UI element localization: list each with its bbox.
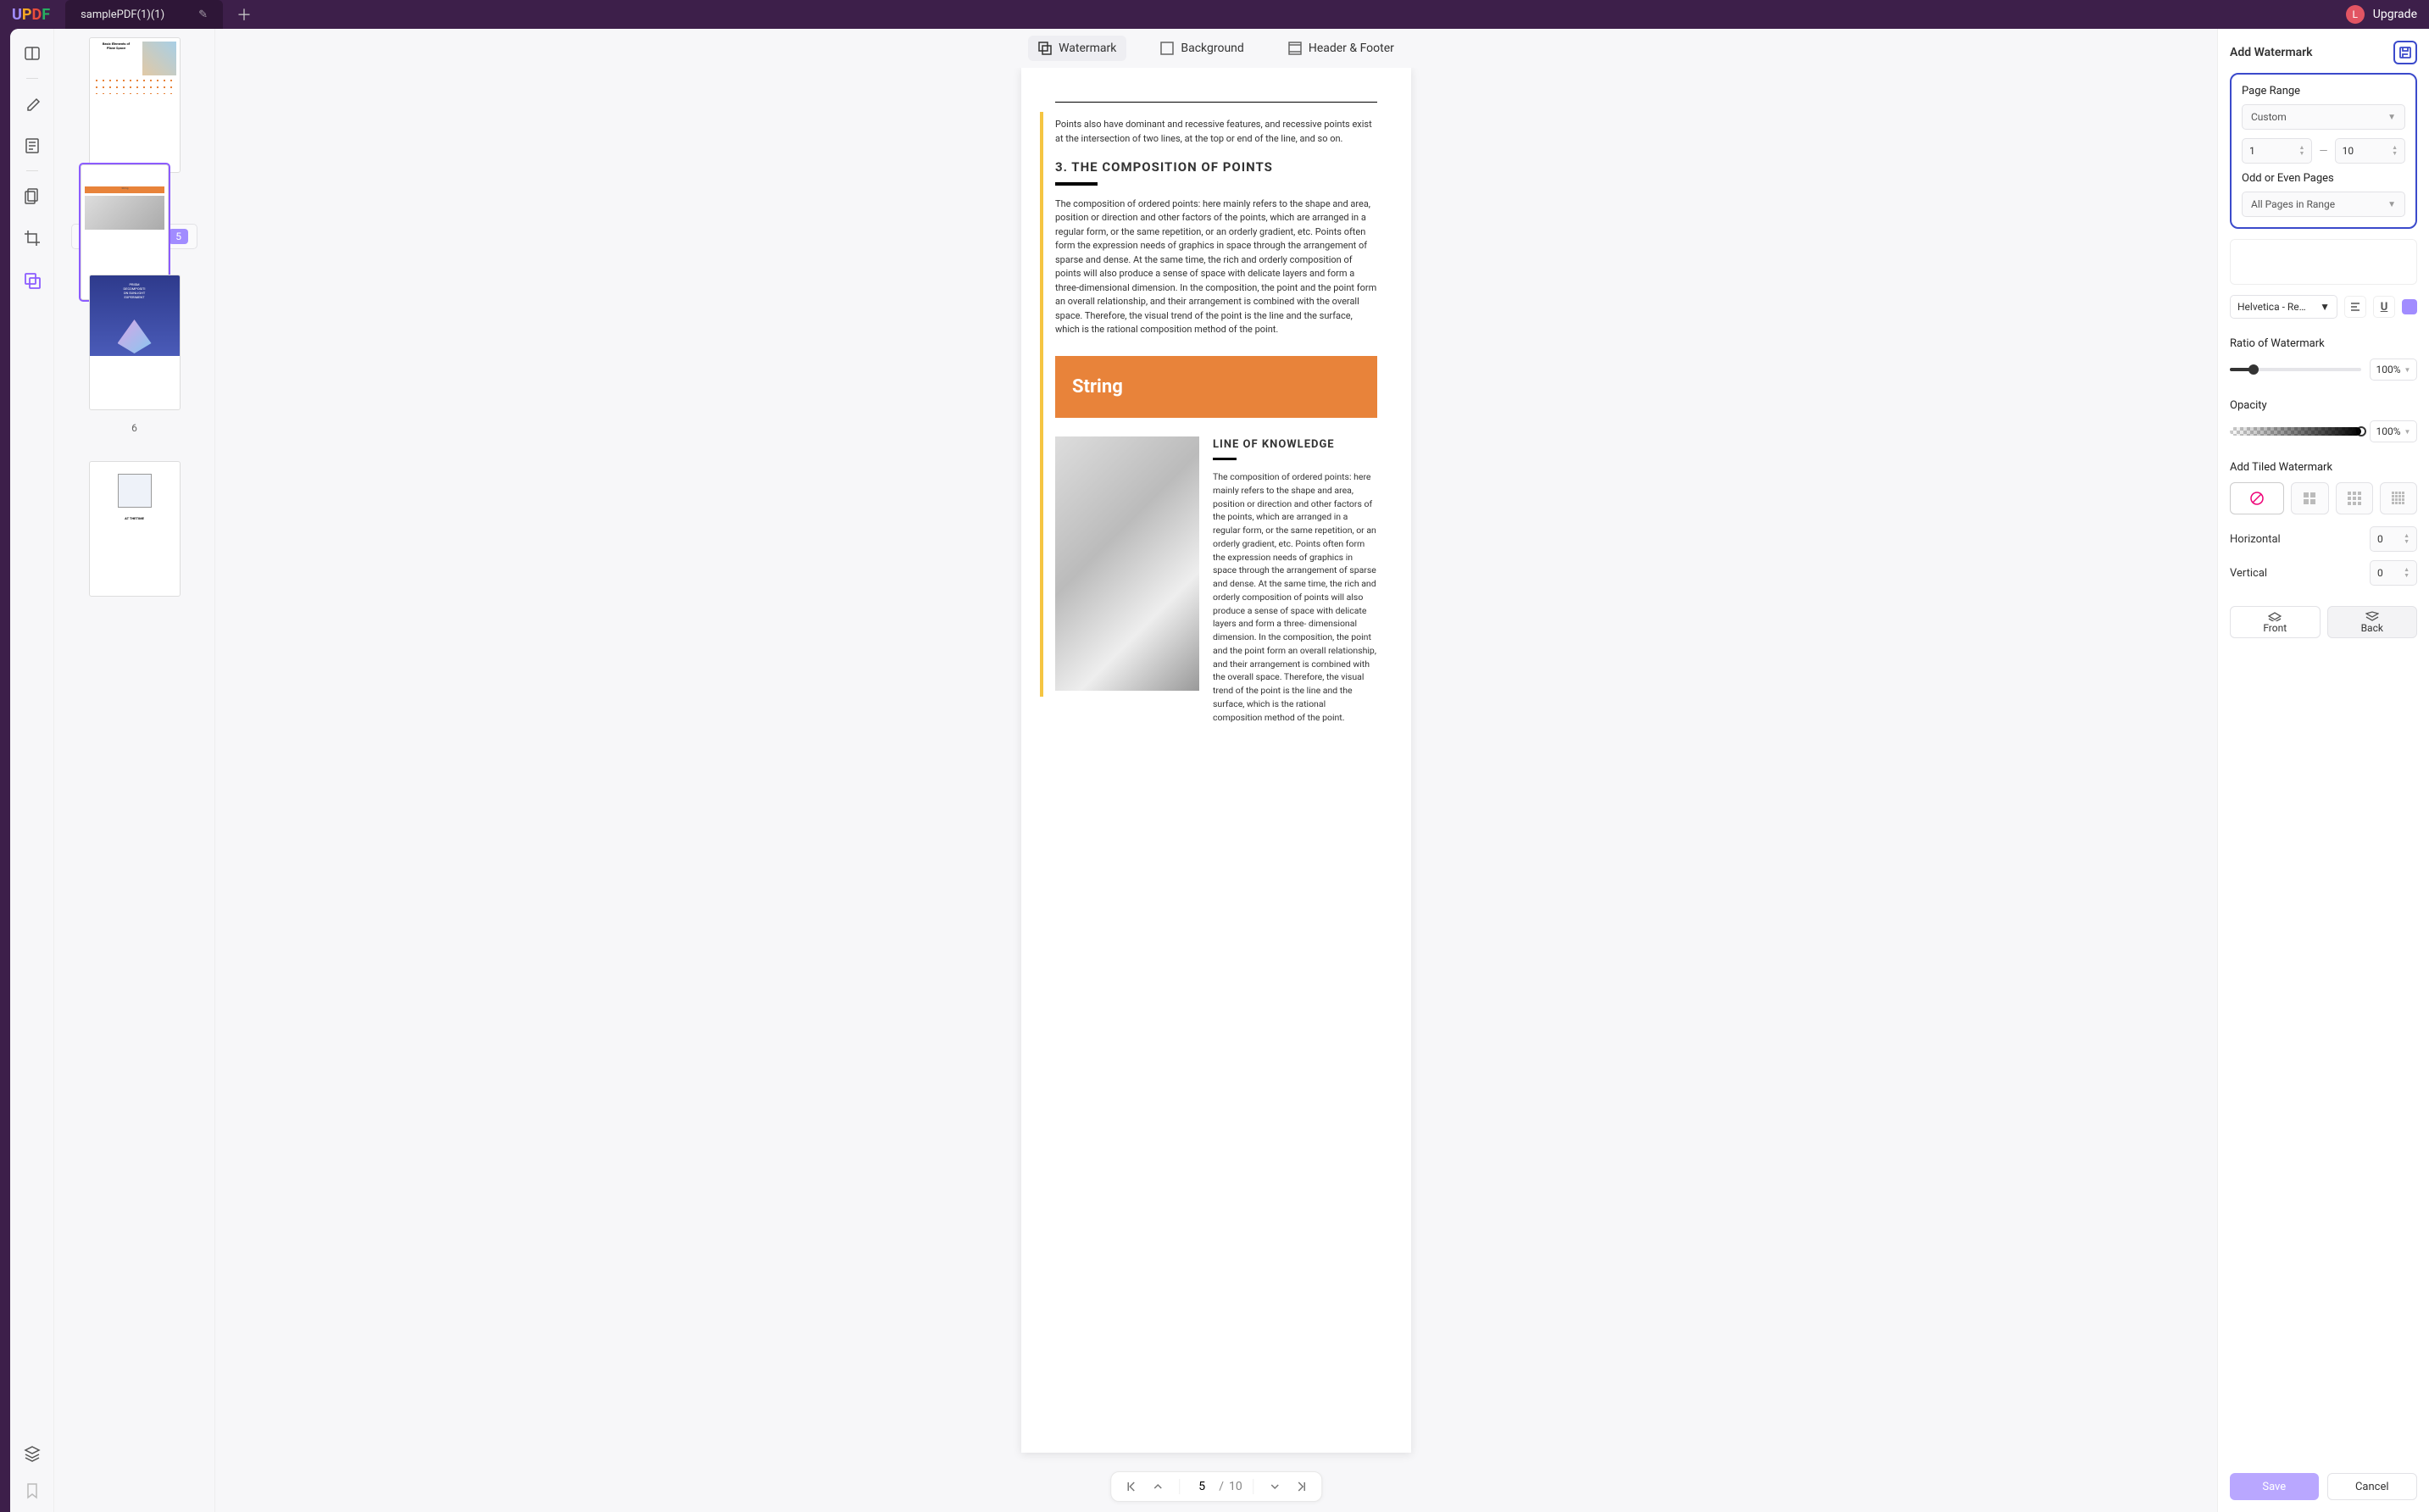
- body-text: The composition of ordered points: here …: [1055, 197, 1377, 337]
- thumb-number: 6: [125, 420, 144, 436]
- chevron-down-icon: ▼: [2404, 428, 2411, 436]
- odd-even-label: Odd or Even Pages: [2242, 172, 2405, 185]
- avatar[interactable]: L: [2346, 5, 2365, 24]
- background-icon: [1160, 42, 1174, 55]
- watermark-preview: [2230, 239, 2417, 285]
- thumbnail[interactable]: AT THETIME: [71, 461, 197, 597]
- ratio-slider[interactable]: [2230, 368, 2361, 371]
- thumbnail-panel[interactable]: Basic Elements ofPlane Space 4 String 5 …: [54, 29, 215, 1512]
- section-banner: String: [1055, 356, 1377, 418]
- align-button[interactable]: [2344, 296, 2366, 318]
- opacity-label: Opacity: [2230, 399, 2417, 412]
- subheading: LINE OF KNOWLEDGE: [1213, 436, 1377, 453]
- front-icon: [2268, 611, 2282, 621]
- article-image: [1055, 436, 1199, 691]
- chevron-down-icon: ▼: [2404, 366, 2411, 374]
- vertical-label: Vertical: [2230, 567, 2267, 580]
- tab-label: Header & Footer: [1309, 42, 1394, 55]
- first-page-button[interactable]: [1120, 1476, 1142, 1498]
- page-total: 10: [1229, 1480, 1242, 1493]
- back-button[interactable]: Back: [2327, 606, 2418, 638]
- tile-2x2[interactable]: [2291, 482, 2328, 514]
- opacity-value[interactable]: 100%▼: [2370, 420, 2417, 442]
- heading: 3. THE COMPOSITION OF POINTS: [1055, 158, 1377, 177]
- range-mode-select[interactable]: Custom▼: [2242, 104, 2405, 130]
- spinner-icon[interactable]: ▲▼: [2404, 567, 2410, 579]
- page-navigator: / 10: [1110, 1471, 1322, 1502]
- spinner-icon[interactable]: ▲▼: [2298, 145, 2304, 157]
- save-button[interactable]: Save: [2230, 1473, 2319, 1500]
- upgrade-button[interactable]: Upgrade: [2373, 8, 2417, 21]
- add-tab-button[interactable]: ＋: [236, 3, 252, 25]
- tile-4x4[interactable]: [2380, 482, 2417, 514]
- tile-none[interactable]: [2230, 482, 2284, 514]
- range-from-input[interactable]: 1▲▼: [2242, 138, 2312, 164]
- margin-highlight: [1040, 112, 1043, 697]
- layers-icon[interactable]: [23, 1444, 42, 1463]
- vertical-input[interactable]: 0▲▼: [2370, 560, 2417, 586]
- prev-page-button[interactable]: [1147, 1476, 1169, 1498]
- underline-button[interactable]: U: [2373, 296, 2395, 318]
- tab-title: samplePDF(1)(1): [81, 8, 164, 21]
- range-to-input[interactable]: 10▲▼: [2335, 138, 2405, 164]
- back-icon: [2365, 611, 2379, 621]
- odd-even-select[interactable]: All Pages in Range▼: [2242, 192, 2405, 217]
- thumbnail[interactable]: PRISMDECOMPOSITION SUNLIGHTEXPERIMENT 6: [71, 275, 197, 436]
- font-select[interactable]: Helvetica - Re…▼: [2230, 295, 2337, 319]
- left-toolbar: [10, 29, 54, 1512]
- range-dash: —: [2319, 145, 2327, 158]
- page-number-input[interactable]: [1190, 1480, 1214, 1493]
- crop-icon[interactable]: [23, 229, 42, 247]
- reader-mode-icon[interactable]: [23, 44, 42, 63]
- front-button[interactable]: Front: [2230, 606, 2321, 638]
- pages-icon[interactable]: [23, 186, 42, 205]
- color-swatch[interactable]: [2402, 299, 2417, 314]
- spinner-icon[interactable]: ▲▼: [2392, 145, 2398, 157]
- rename-icon[interactable]: ✎: [198, 8, 208, 21]
- ratio-value[interactable]: 100%▼: [2370, 359, 2417, 381]
- next-page-button[interactable]: [1264, 1476, 1286, 1498]
- chevron-down-icon: ▼: [2387, 200, 2396, 209]
- spinner-icon[interactable]: ▲▼: [2404, 533, 2410, 545]
- watermark-tool-icon[interactable]: [23, 271, 42, 290]
- tiled-label: Add Tiled Watermark: [2230, 461, 2417, 474]
- watermark-panel: Add Watermark Page Range Custom▼ 1▲▼ — 1…: [2217, 29, 2429, 1512]
- body-text: Points also have dominant and recessive …: [1055, 118, 1377, 146]
- watermark-icon: [1038, 42, 1052, 55]
- last-page-button[interactable]: [1291, 1476, 1313, 1498]
- tab-label: Background: [1181, 42, 1243, 55]
- body-text: The composition of ordered points: here …: [1213, 470, 1377, 724]
- horizontal-input[interactable]: 0▲▼: [2370, 526, 2417, 552]
- page-range-label: Page Range: [2242, 85, 2405, 97]
- save-preset-icon[interactable]: [2393, 41, 2417, 64]
- horizontal-label: Horizontal: [2230, 533, 2281, 546]
- document-view[interactable]: Points also have dominant and recessive …: [215, 68, 2217, 1512]
- page-range-group: Page Range Custom▼ 1▲▼ — 10▲▼ Odd or Eve…: [2230, 73, 2417, 229]
- highlight-icon[interactable]: [23, 94, 42, 113]
- bookmark-icon[interactable]: [23, 1481, 42, 1500]
- tile-3x3[interactable]: [2336, 482, 2373, 514]
- tab-background[interactable]: Background: [1150, 36, 1253, 61]
- cancel-button[interactable]: Cancel: [2327, 1473, 2418, 1500]
- app-logo: UPDF: [12, 6, 50, 24]
- page: Points also have dominant and recessive …: [1021, 68, 1411, 1453]
- chevron-down-icon: ▼: [2387, 113, 2396, 122]
- opacity-slider[interactable]: [2230, 427, 2361, 436]
- tab-watermark[interactable]: Watermark: [1028, 36, 1126, 61]
- document-tab[interactable]: samplePDF(1)(1) ✎: [65, 0, 223, 29]
- page-sep: /: [1219, 1480, 1224, 1493]
- edit-text-icon[interactable]: [23, 136, 42, 155]
- ratio-label: Ratio of Watermark: [2230, 337, 2417, 350]
- top-tabs: Watermark Background Header & Footer: [215, 29, 2217, 68]
- panel-title: Add Watermark: [2230, 46, 2313, 59]
- tab-label: Watermark: [1059, 42, 1116, 55]
- thumb-number: 5: [169, 229, 188, 244]
- tab-header-footer[interactable]: Header & Footer: [1278, 36, 1404, 61]
- thumbnail[interactable]: String 5: [71, 224, 197, 249]
- header-footer-icon: [1288, 42, 1302, 55]
- chevron-down-icon: ▼: [2320, 301, 2330, 313]
